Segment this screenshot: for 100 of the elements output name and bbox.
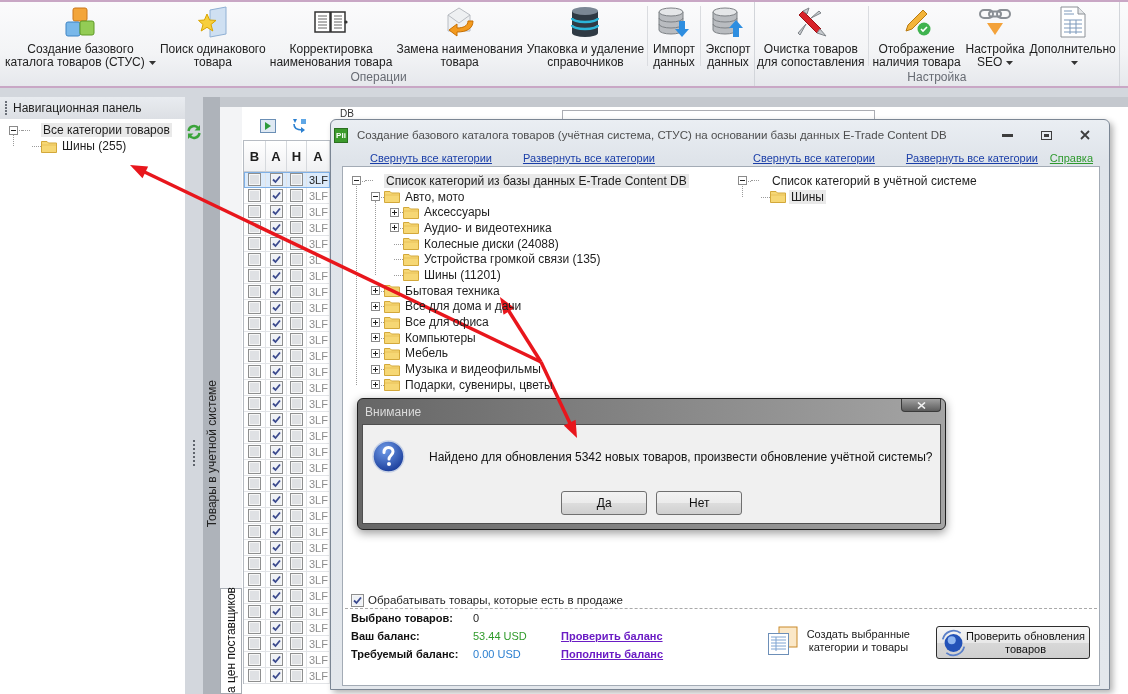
table-row[interactable]: 3LF: [244, 380, 330, 396]
tree-item[interactable]: Аксессуары: [422, 205, 492, 220]
checkbox[interactable]: [290, 477, 303, 490]
checkbox[interactable]: [269, 349, 283, 362]
checkbox[interactable]: [248, 493, 261, 506]
table-row[interactable]: 3LF: [244, 284, 330, 300]
checkbox[interactable]: [290, 589, 303, 602]
table-row[interactable]: 3LF: [244, 316, 330, 332]
tree-item[interactable]: Шины: [789, 189, 826, 204]
tree-item[interactable]: Подарки, сувениры, цветы: [403, 377, 555, 392]
table-row[interactable]: 3LF: [244, 556, 330, 572]
checkbox[interactable]: [269, 429, 283, 442]
refresh-icon[interactable]: [186, 124, 202, 140]
checkbox[interactable]: [269, 397, 283, 410]
table-row[interactable]: 3LF: [244, 524, 330, 540]
collapse-icon[interactable]: [352, 176, 361, 186]
checkbox[interactable]: [248, 301, 261, 314]
checkbox[interactable]: [290, 397, 303, 410]
checkbox[interactable]: [248, 637, 261, 650]
checkbox[interactable]: [290, 653, 303, 666]
checkbox[interactable]: [269, 589, 283, 602]
tree-item[interactable]: Аудио- и видеотехника: [422, 220, 554, 235]
expand-icon[interactable]: [390, 223, 399, 233]
table-row[interactable]: 3LF: [244, 428, 330, 444]
tree-item[interactable]: Колесные диски (24088): [422, 236, 561, 251]
checkbox[interactable]: [248, 381, 261, 394]
table-row[interactable]: 3LF: [244, 588, 330, 604]
checkbox[interactable]: [269, 237, 283, 250]
checkbox[interactable]: [269, 605, 283, 618]
link[interactable]: Пополнить баланс: [561, 648, 664, 660]
expand-icon[interactable]: [371, 301, 380, 311]
checkbox[interactable]: [290, 493, 303, 506]
checkbox[interactable]: [290, 285, 303, 298]
checkbox[interactable]: [248, 269, 261, 282]
checkbox[interactable]: [351, 593, 364, 607]
column-header[interactable]: В: [244, 141, 266, 171]
create-button[interactable]: Создать выбранные категории и товары: [766, 626, 910, 656]
checkbox[interactable]: [269, 301, 283, 314]
table-row[interactable]: 3LF: [244, 540, 330, 556]
tree-item[interactable]: Авто, мото: [403, 189, 467, 204]
checkbox[interactable]: [269, 253, 283, 266]
checkbox[interactable]: [269, 557, 283, 570]
checkbox[interactable]: [290, 461, 303, 474]
checkbox[interactable]: [269, 333, 283, 346]
checkbox[interactable]: [290, 173, 303, 186]
checkbox[interactable]: [269, 509, 283, 522]
checkbox[interactable]: [248, 477, 261, 490]
ribbon-button[interactable]: Упаковка и удаление справочников: [524, 2, 647, 70]
checkbox[interactable]: [269, 381, 283, 394]
curved-arrow-icon[interactable]: [291, 118, 307, 134]
checkbox[interactable]: [248, 285, 261, 298]
checkbox[interactable]: [248, 605, 261, 618]
table-row[interactable]: 3LF: [244, 668, 330, 684]
table-row[interactable]: 3LF: [244, 220, 330, 236]
checkbox[interactable]: [248, 461, 261, 474]
ribbon-button[interactable]: Очистка товаров для сопоставления: [755, 2, 867, 70]
checkbox[interactable]: [290, 573, 303, 586]
checkbox[interactable]: [290, 621, 303, 634]
checkbox[interactable]: [290, 413, 303, 426]
table-row[interactable]: 3LF: [244, 332, 330, 348]
checkbox[interactable]: [248, 349, 261, 362]
link[interactable]: Свернуть все категории: [753, 152, 875, 164]
checkbox[interactable]: [269, 477, 283, 490]
collapse-icon[interactable]: [9, 125, 18, 135]
collapse-icon[interactable]: [371, 192, 380, 202]
checkbox[interactable]: [248, 669, 261, 682]
tree-item[interactable]: Мебель: [403, 346, 450, 361]
side-tab[interactable]: а цен поставщиков: [220, 588, 242, 694]
table-row[interactable]: 3LF: [244, 444, 330, 460]
checkbox[interactable]: [290, 637, 303, 650]
ribbon-button[interactable]: Импорт данных: [649, 2, 700, 70]
checkbox[interactable]: [290, 557, 303, 570]
checkbox[interactable]: [269, 445, 283, 458]
column-header[interactable]: Н: [287, 141, 307, 171]
tree-item[interactable]: Список категорий из базы данных E-Trade Content DB: [384, 173, 689, 188]
checkbox[interactable]: [248, 541, 261, 554]
checkbox[interactable]: [248, 173, 261, 186]
column-header[interactable]: А: [266, 141, 287, 171]
tree-item[interactable]: Устройства громкой связи (135): [422, 252, 603, 267]
checkbox[interactable]: [269, 461, 283, 474]
expand-icon[interactable]: [390, 207, 399, 217]
ribbon-button[interactable]: Отображение наличия товара: [869, 2, 964, 70]
checkbox[interactable]: [290, 269, 303, 282]
checkbox[interactable]: [290, 445, 303, 458]
checkbox[interactable]: [248, 365, 261, 378]
ribbon-button[interactable]: Создание базового каталога товаров (СТУС): [3, 2, 158, 70]
checkbox[interactable]: [290, 429, 303, 442]
dialog-button[interactable]: Нет: [656, 491, 743, 515]
table-row[interactable]: 3LF: [244, 460, 330, 476]
expand-icon[interactable]: [371, 317, 380, 327]
table-row[interactable]: 3LF: [244, 620, 330, 636]
checkbox[interactable]: [269, 653, 283, 666]
checkbox[interactable]: [290, 509, 303, 522]
checkbox[interactable]: [248, 253, 261, 266]
close-button[interactable]: [901, 399, 942, 412]
checkbox[interactable]: [290, 525, 303, 538]
checkbox[interactable]: [269, 205, 283, 218]
checkbox[interactable]: [290, 205, 303, 218]
tree-item[interactable]: Все категории товаров: [41, 123, 172, 137]
link[interactable]: Проверить баланс: [561, 630, 664, 642]
